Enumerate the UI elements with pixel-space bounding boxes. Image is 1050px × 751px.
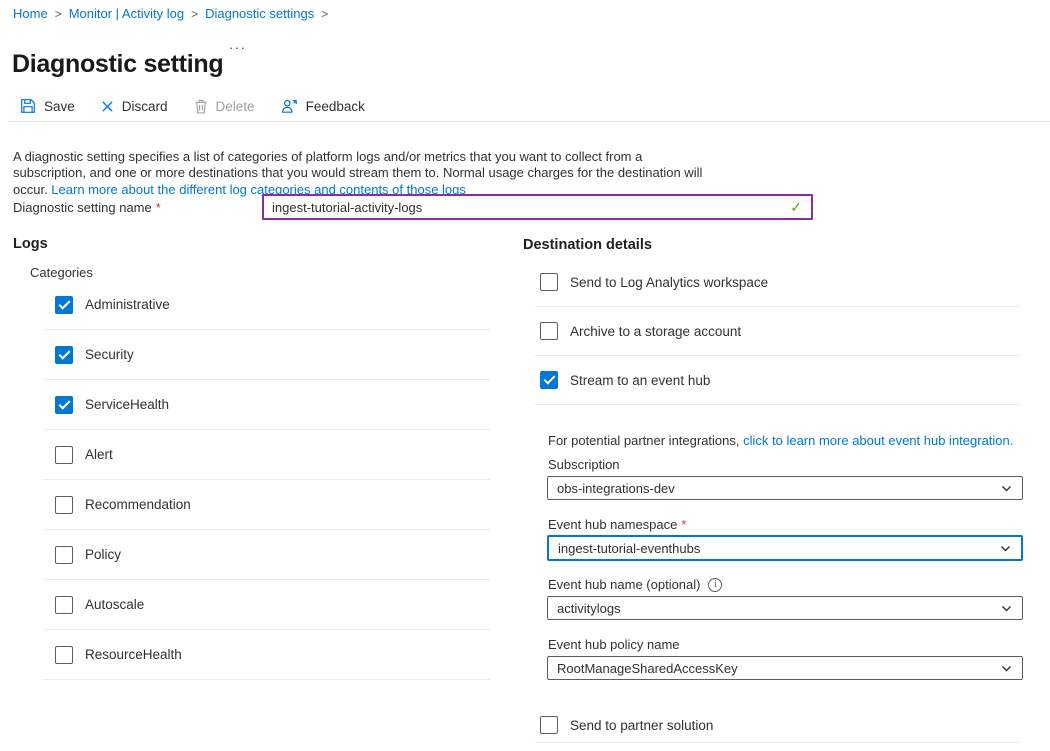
- event-hub-policy-name-label: Event hub policy name: [548, 637, 680, 652]
- discard-button[interactable]: Discard: [101, 99, 168, 114]
- partner-integration-note: For potential partner integrations, clic…: [548, 433, 1028, 448]
- category-label: ServiceHealth: [85, 397, 169, 412]
- category-row-autoscale[interactable]: Autoscale: [43, 580, 490, 630]
- checkbox[interactable]: [540, 371, 558, 389]
- event-hub-namespace-label-text: Event hub namespace: [548, 517, 677, 532]
- discard-x-icon: [101, 100, 114, 113]
- event-hub-policy-name-dropdown[interactable]: RootManageSharedAccessKey: [547, 656, 1023, 680]
- checkbox[interactable]: [540, 273, 558, 291]
- chevron-down-icon: [999, 542, 1012, 555]
- category-row-alert[interactable]: Alert: [43, 430, 490, 480]
- destination-row-log-analytics[interactable]: Send to Log Analytics workspace: [535, 258, 1021, 307]
- delete-button[interactable]: Delete: [194, 99, 255, 114]
- destination-row-storage-account[interactable]: Archive to a storage account: [535, 307, 1021, 356]
- category-row-security[interactable]: Security: [43, 330, 490, 380]
- category-row-resourcehealth[interactable]: ResourceHealth: [43, 630, 490, 680]
- checkbox[interactable]: [55, 446, 73, 464]
- feedback-person-icon: [281, 98, 298, 114]
- info-icon[interactable]: i: [708, 578, 722, 592]
- category-label: Recommendation: [85, 497, 191, 512]
- feedback-button[interactable]: Feedback: [281, 98, 365, 114]
- subscription-label-text: Subscription: [548, 457, 620, 472]
- checkbox[interactable]: [540, 322, 558, 340]
- breadcrumb: Home > Monitor | Activity log > Diagnost…: [13, 6, 335, 21]
- destination-details-heading: Destination details: [523, 237, 652, 253]
- chevron-right-icon: >: [321, 7, 328, 21]
- category-label: ResourceHealth: [85, 647, 182, 662]
- trash-icon: [194, 99, 208, 114]
- breadcrumb-diagnostic-settings[interactable]: Diagnostic settings: [205, 6, 314, 21]
- chevron-down-icon: [1000, 482, 1013, 495]
- diagnostic-setting-name-label-text: Diagnostic setting name: [13, 200, 152, 215]
- subscription-dropdown[interactable]: obs-integrations-dev: [547, 476, 1023, 500]
- feedback-button-label: Feedback: [306, 99, 365, 114]
- event-hub-policy-name-value: RootManageSharedAccessKey: [557, 661, 738, 676]
- category-label: Administrative: [85, 297, 170, 312]
- destination-row-partner-solution[interactable]: Send to partner solution: [535, 708, 1021, 743]
- breadcrumb-monitor-activity-log[interactable]: Monitor | Activity log: [69, 6, 184, 21]
- required-asterisk: *: [156, 200, 161, 215]
- command-bar: Save Discard Delete: [20, 93, 365, 119]
- category-row-servicehealth[interactable]: ServiceHealth: [43, 380, 490, 430]
- event-hub-namespace-label: Event hub namespace *: [548, 517, 686, 532]
- destination-label: Stream to an event hub: [570, 373, 710, 388]
- chevron-down-icon: [1000, 602, 1013, 615]
- save-button-label: Save: [44, 99, 75, 114]
- checkbox[interactable]: [55, 546, 73, 564]
- title-overflow-ellipsis-icon[interactable]: ···: [229, 40, 247, 55]
- required-asterisk: *: [681, 517, 686, 532]
- delete-button-label: Delete: [216, 99, 255, 114]
- destination-options-list: Send to Log Analytics workspace Archive …: [535, 258, 1021, 405]
- partner-note-text: For potential partner integrations,: [548, 433, 743, 448]
- partner-solution-section: Send to partner solution: [535, 708, 1021, 743]
- event-hub-name-value: activitylogs: [557, 601, 621, 616]
- category-label: Security: [85, 347, 134, 362]
- checkbox[interactable]: [55, 396, 73, 414]
- destination-label: Archive to a storage account: [570, 324, 741, 339]
- toolbar-divider: [8, 121, 1050, 122]
- checkbox[interactable]: [55, 496, 73, 514]
- checkbox[interactable]: [55, 596, 73, 614]
- category-row-policy[interactable]: Policy: [43, 530, 490, 580]
- subscription-label: Subscription: [548, 457, 620, 472]
- destination-row-event-hub[interactable]: Stream to an event hub: [535, 356, 1021, 405]
- checkbox[interactable]: [55, 346, 73, 364]
- log-categories-list: Administrative Security ServiceHealth Al…: [43, 280, 490, 680]
- category-row-administrative[interactable]: Administrative: [43, 280, 490, 330]
- diagnostic-setting-name-input[interactable]: [264, 200, 790, 215]
- category-label: Autoscale: [85, 597, 144, 612]
- checkbox[interactable]: [55, 296, 73, 314]
- page-title: Diagnostic setting: [12, 50, 223, 79]
- destination-label: Send to Log Analytics workspace: [570, 275, 768, 290]
- categories-subheading: Categories: [30, 265, 93, 280]
- destination-label: Send to partner solution: [570, 718, 713, 733]
- event-hub-name-label-text: Event hub name (optional): [548, 577, 700, 592]
- discard-button-label: Discard: [122, 99, 168, 114]
- intro-text: A diagnostic setting specifies a list of…: [13, 149, 715, 198]
- event-hub-policy-name-label-text: Event hub policy name: [548, 637, 680, 652]
- event-hub-namespace-value: ingest-tutorial-eventhubs: [558, 541, 700, 556]
- save-icon: [20, 98, 36, 114]
- diagnostic-setting-name-input-wrap: ✓: [262, 194, 813, 220]
- breadcrumb-home[interactable]: Home: [13, 6, 48, 21]
- event-hub-name-dropdown[interactable]: activitylogs: [547, 596, 1023, 620]
- chevron-right-icon: >: [191, 7, 198, 21]
- valid-check-icon: ✓: [790, 199, 811, 216]
- category-row-recommendation[interactable]: Recommendation: [43, 480, 490, 530]
- diagnostic-setting-name-label: Diagnostic setting name *: [13, 200, 161, 215]
- event-hub-integration-link[interactable]: click to learn more about event hub inte…: [743, 433, 1013, 448]
- chevron-right-icon: >: [55, 7, 62, 21]
- logs-heading: Logs: [13, 236, 48, 252]
- chevron-down-icon: [1000, 662, 1013, 675]
- checkbox[interactable]: [540, 716, 558, 734]
- category-label: Policy: [85, 547, 121, 562]
- category-label: Alert: [85, 447, 113, 462]
- subscription-value: obs-integrations-dev: [557, 481, 675, 496]
- event-hub-name-label: Event hub name (optional) i: [548, 577, 722, 592]
- save-button[interactable]: Save: [20, 98, 75, 114]
- checkbox[interactable]: [55, 646, 73, 664]
- event-hub-namespace-dropdown[interactable]: ingest-tutorial-eventhubs: [547, 535, 1023, 561]
